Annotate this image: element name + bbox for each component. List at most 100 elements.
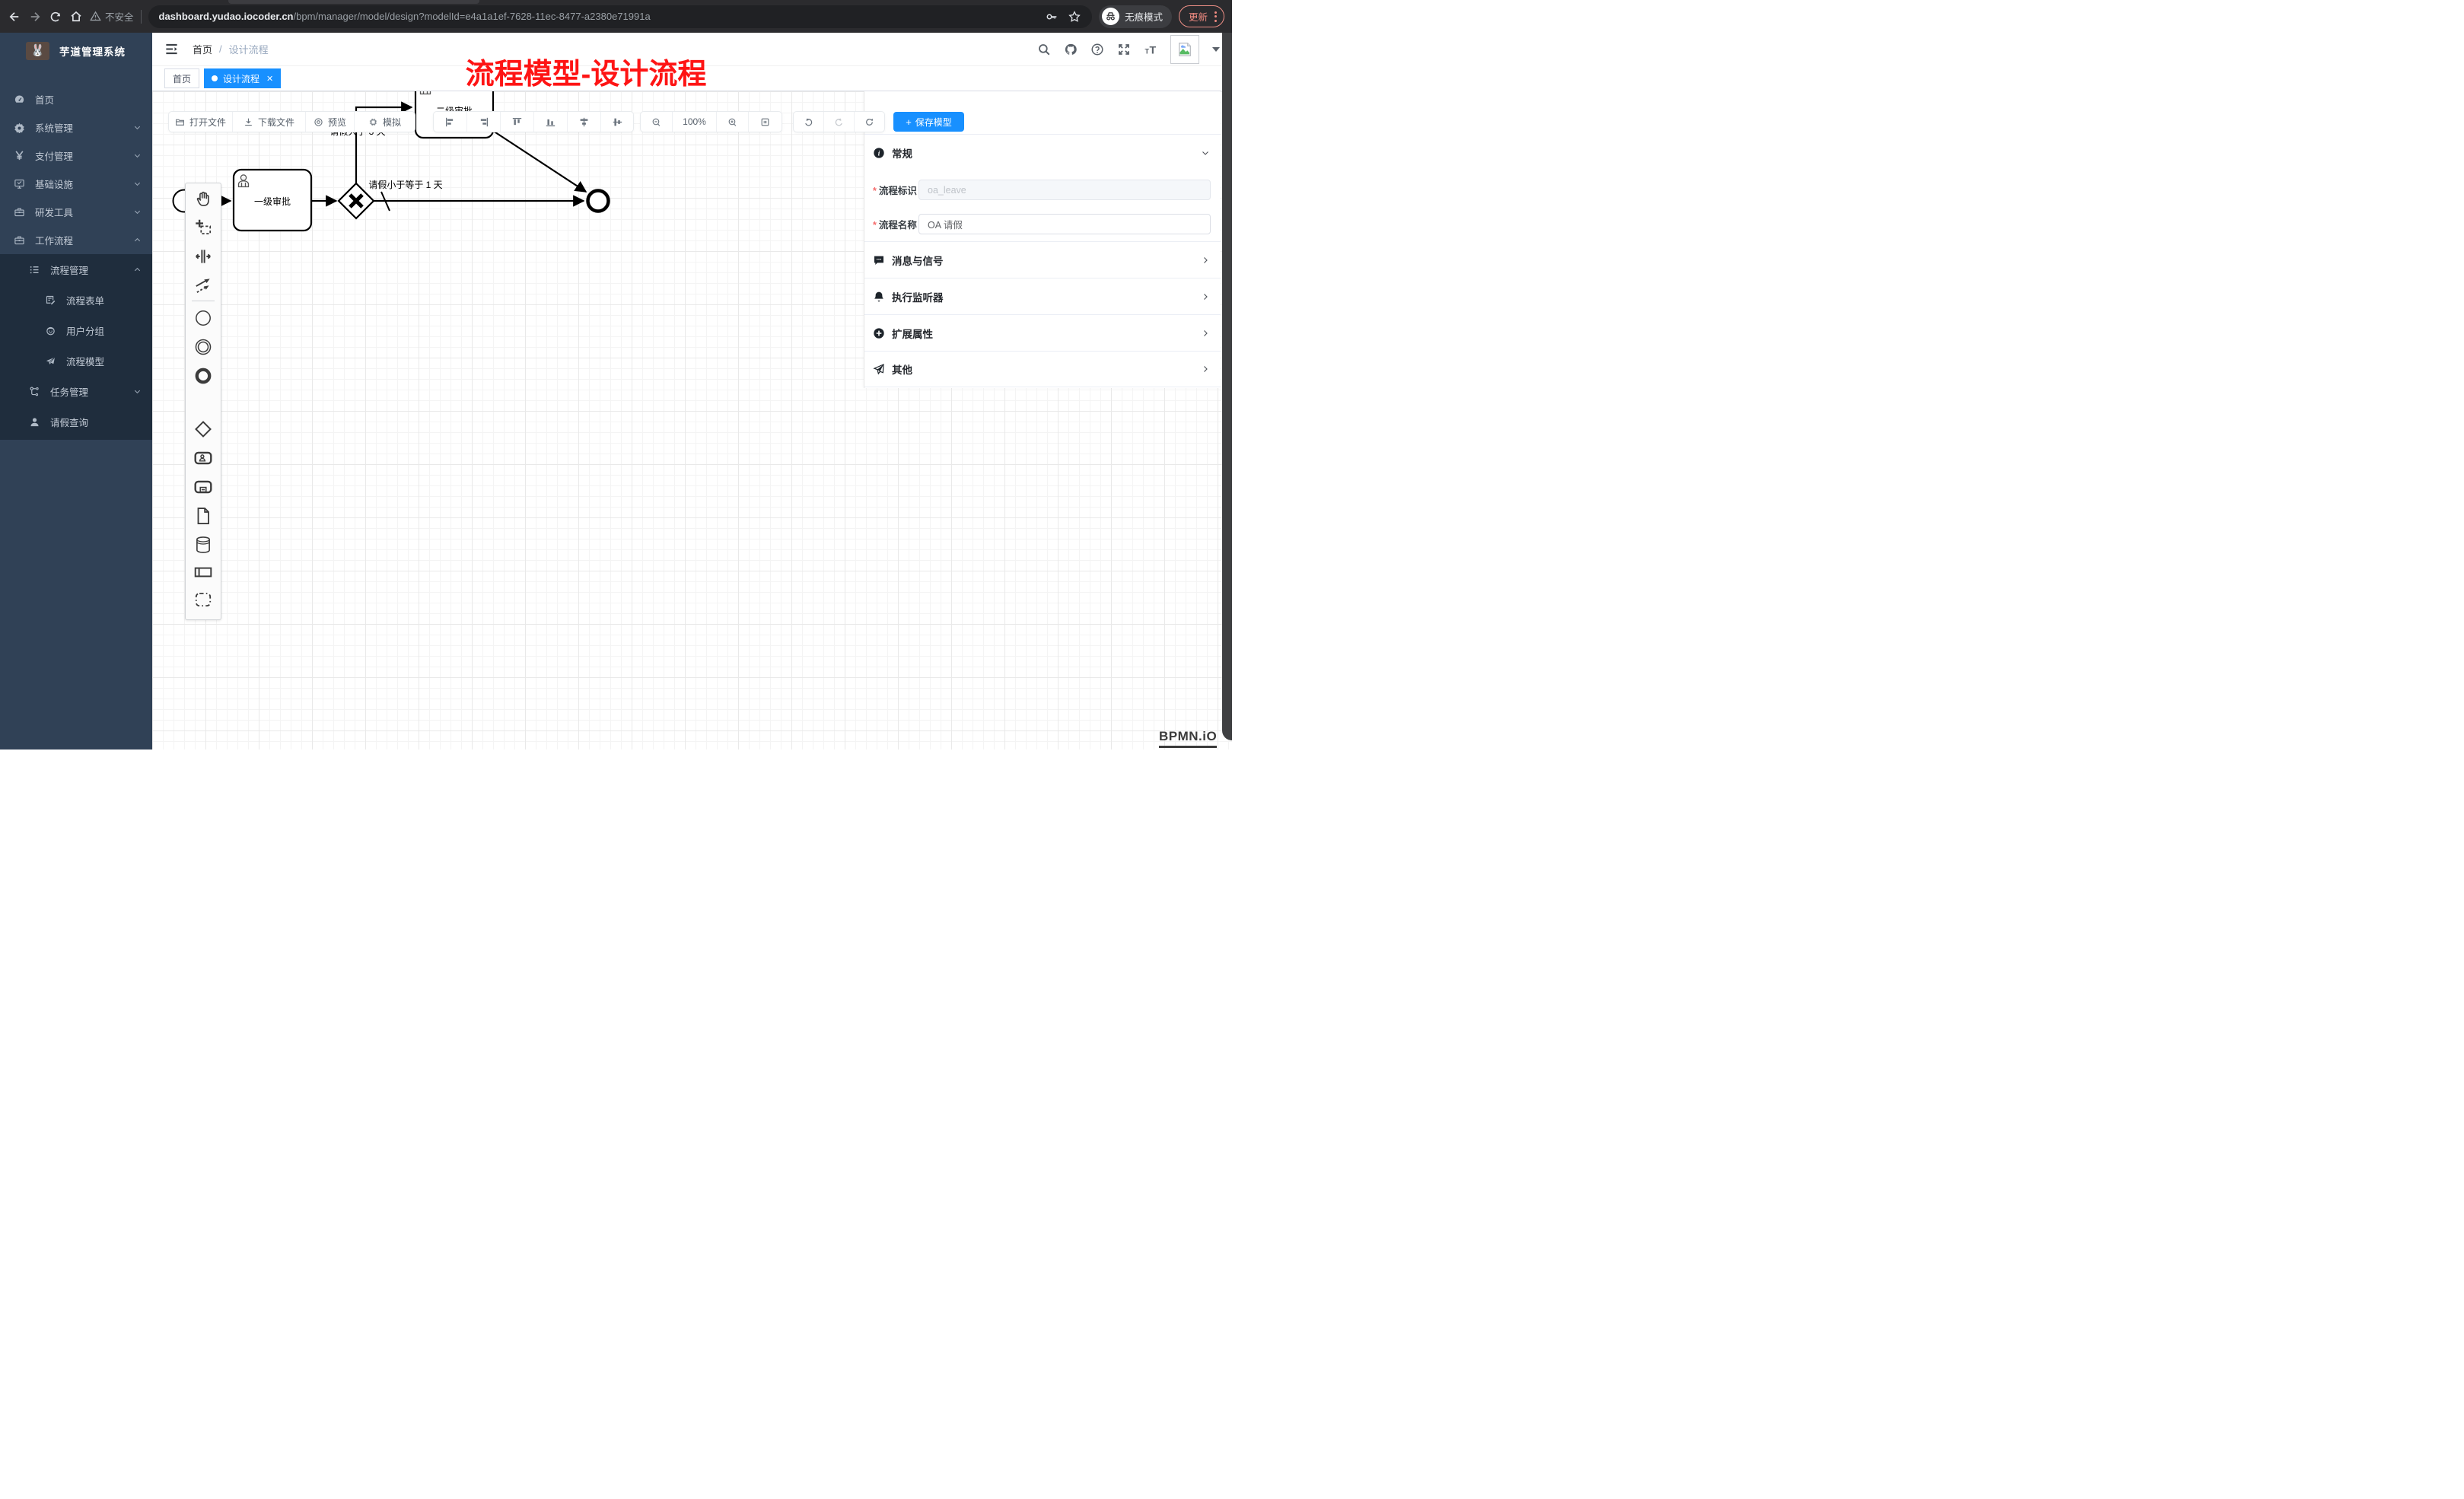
create-gateway[interactable]	[186, 416, 221, 442]
sidebar-item-system[interactable]: 系统管理	[0, 113, 152, 142]
create-start-event[interactable]	[186, 305, 221, 331]
chevron-down-icon	[133, 208, 142, 216]
align-left-button[interactable]	[434, 112, 467, 132]
align-left-icon	[445, 117, 455, 127]
fullscreen-icon[interactable]	[1117, 43, 1131, 56]
tab-label: 设计流程	[223, 72, 259, 85]
forward-icon[interactable]	[28, 10, 42, 24]
align-top-icon	[512, 117, 522, 127]
connect-icon	[193, 275, 213, 295]
sidebar-item-infra[interactable]: 基础设施	[0, 170, 152, 198]
group-icon	[193, 590, 213, 609]
undo-button[interactable]	[794, 112, 824, 132]
sidebar-item-process-mgmt[interactable]: 流程管理	[0, 254, 152, 285]
simulate-button[interactable]: 模拟	[355, 112, 415, 132]
create-end-event[interactable]	[186, 363, 221, 389]
close-icon[interactable]: ✕	[266, 74, 273, 84]
create-user-task[interactable]	[186, 445, 221, 471]
save-model-button[interactable]: + 保存模型	[893, 112, 964, 132]
sidebar-item-leave-query[interactable]: 请假查询	[0, 406, 152, 437]
tab-design-process[interactable]: 设计流程 ✕	[204, 68, 281, 88]
align-center-button[interactable]	[568, 112, 601, 132]
url-text: dashboard.yudao.iocoder.cn/bpm/manager/m…	[159, 11, 651, 22]
align-bottom-button[interactable]	[534, 112, 568, 132]
chevron-down-icon	[133, 151, 142, 160]
sidebar-item-label: 工作流程	[35, 233, 73, 247]
flow-label-le1[interactable]: 请假小于等于 1 天	[368, 180, 442, 190]
help-icon[interactable]	[1090, 43, 1104, 56]
fit-viewport-button[interactable]	[749, 112, 782, 132]
section-extended[interactable]: 扩展属性	[864, 314, 1221, 351]
briefcase-icon	[14, 234, 25, 246]
avatar[interactable]	[1170, 35, 1199, 64]
process-name-input[interactable]	[918, 214, 1211, 234]
download-file-button[interactable]: 下载文件	[233, 112, 306, 132]
preview-button[interactable]: 预览	[306, 112, 355, 132]
restart-button[interactable]	[855, 112, 884, 132]
zoom-in-button[interactable]	[717, 112, 749, 132]
chevron-down-icon[interactable]	[1212, 47, 1220, 56]
reload-icon[interactable]	[49, 10, 62, 24]
update-button[interactable]: 更新	[1179, 5, 1224, 27]
sidebar-item-process-form[interactable]: 流程表单	[0, 285, 152, 315]
section-general[interactable]: i 常规	[864, 134, 1221, 170]
send-icon	[45, 355, 56, 367]
global-connect-tool[interactable]	[186, 272, 221, 298]
section-title: 其他	[892, 361, 912, 377]
broken-image-icon	[1176, 41, 1193, 58]
address-bar[interactable]: dashboard.yudao.iocoder.cn/bpm/manager/m…	[148, 5, 1092, 28]
back-icon[interactable]	[8, 10, 21, 24]
url-path: /bpm/manager/model/design?modelId=e4a1a1…	[294, 11, 651, 22]
align-right-button[interactable]	[467, 112, 501, 132]
lasso-tool[interactable]	[186, 215, 221, 240]
sidebar-item-devtools[interactable]: 研发工具	[0, 198, 152, 226]
home-icon[interactable]	[69, 10, 83, 24]
security-indicator[interactable]: 不安全	[90, 9, 134, 24]
bpmn-io-logo[interactable]: BPMN.iO	[1159, 729, 1217, 748]
section-listeners[interactable]: 执行监听器	[864, 278, 1221, 314]
bpmn-diagram[interactable]: 一级审批 二级审批 请假大于 3 天 请假小于等于 1 天	[152, 91, 867, 411]
create-data-object[interactable]	[186, 503, 221, 529]
align-top-button[interactable]	[501, 112, 534, 132]
create-data-store[interactable]	[186, 532, 221, 558]
bell-icon	[873, 291, 885, 303]
browser-menu-icon[interactable]	[1214, 11, 1217, 22]
toolbar-align-group	[434, 112, 633, 132]
button-label: 打开文件	[189, 116, 226, 129]
bookmark-star-icon[interactable]	[1068, 10, 1081, 24]
monitor-icon	[14, 178, 25, 189]
zoom-level[interactable]: 100%	[673, 112, 717, 132]
space-tool[interactable]	[186, 243, 221, 269]
process-key-input[interactable]	[918, 180, 1211, 200]
sidebar-item-workflow[interactable]: 工作流程	[0, 226, 152, 254]
sidebar-item-task-mgmt[interactable]: 任务管理	[0, 376, 152, 406]
sidebar-item-payment[interactable]: 支付管理	[0, 142, 152, 170]
open-file-button[interactable]: 打开文件	[169, 112, 233, 132]
sidebar-item-process-model[interactable]: 流程模型	[0, 345, 152, 376]
breadcrumb-home[interactable]: 首页	[193, 42, 212, 56]
sidebar-item-label: 流程管理	[50, 263, 88, 277]
sidebar-item-home[interactable]: 首页	[0, 85, 152, 113]
create-intermediate-event[interactable]	[186, 334, 221, 360]
user-task-level1[interactable]: 一级审批	[234, 170, 311, 231]
github-icon[interactable]	[1064, 43, 1078, 56]
font-size-icon[interactable]: TT	[1144, 43, 1157, 56]
section-messages[interactable]: 消息与信号	[864, 241, 1221, 278]
zoom-out-button[interactable]	[641, 112, 673, 132]
user-task-icon	[193, 448, 213, 468]
redo-button[interactable]	[824, 112, 855, 132]
hand-tool[interactable]	[186, 186, 221, 212]
app-logo[interactable]: 🐰 芋道管理系统	[0, 33, 152, 68]
key-icon[interactable]	[1045, 10, 1059, 24]
align-middle-button[interactable]	[601, 112, 633, 132]
collapse-sidebar-icon[interactable]	[164, 42, 179, 56]
create-subprocess[interactable]	[186, 474, 221, 500]
search-icon[interactable]	[1037, 43, 1051, 56]
sidebar-item-user-group[interactable]: 用户分组	[0, 315, 152, 345]
create-group[interactable]	[186, 587, 221, 613]
end-event[interactable]	[588, 191, 609, 212]
flow-task2-to-end[interactable]	[493, 131, 586, 192]
create-participant[interactable]	[186, 559, 221, 585]
tab-home[interactable]: 首页	[164, 68, 199, 88]
section-other[interactable]: 其他	[864, 351, 1221, 387]
